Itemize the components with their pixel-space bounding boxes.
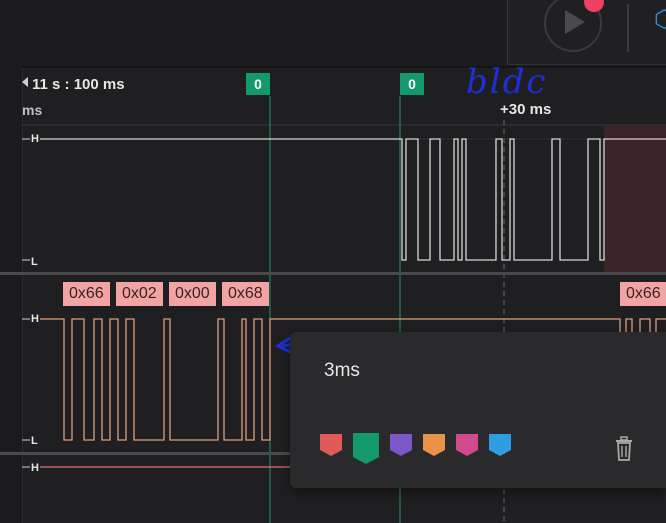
marker-a-flag[interactable]: 0 <box>246 73 270 95</box>
byte-chip[interactable]: 0x66 <box>63 282 110 306</box>
bottom-high-label: H <box>31 462 39 474</box>
unit-label: ms <box>22 102 43 118</box>
byte-chip[interactable]: 0x02 <box>116 282 163 306</box>
offset-label: +30 ms <box>500 101 552 118</box>
shaded-region <box>604 126 666 273</box>
byte-chip-right[interactable]: 0x66 <box>620 282 666 306</box>
top-low-label: L <box>31 256 38 268</box>
mid-low-label: L <box>31 435 38 447</box>
handwritten-annotation: bldc <box>466 62 548 102</box>
mid-high-label: H <box>31 313 39 325</box>
byte-chip[interactable]: 0x00 <box>169 282 216 306</box>
top-high-label: H <box>31 133 39 145</box>
byte-chip[interactable]: 0x68 <box>222 282 269 306</box>
marker-note-text[interactable]: 3ms <box>324 360 360 382</box>
time-main-label: 11 s : 100 ms <box>32 76 125 93</box>
marker-popup <box>290 332 666 488</box>
channel-separator-1 <box>0 272 666 275</box>
marker-b-flag[interactable]: 0 <box>400 73 424 95</box>
signal-top <box>40 138 666 261</box>
trash-icon[interactable] <box>612 436 636 462</box>
scroll-left-icon[interactable] <box>22 77 28 87</box>
